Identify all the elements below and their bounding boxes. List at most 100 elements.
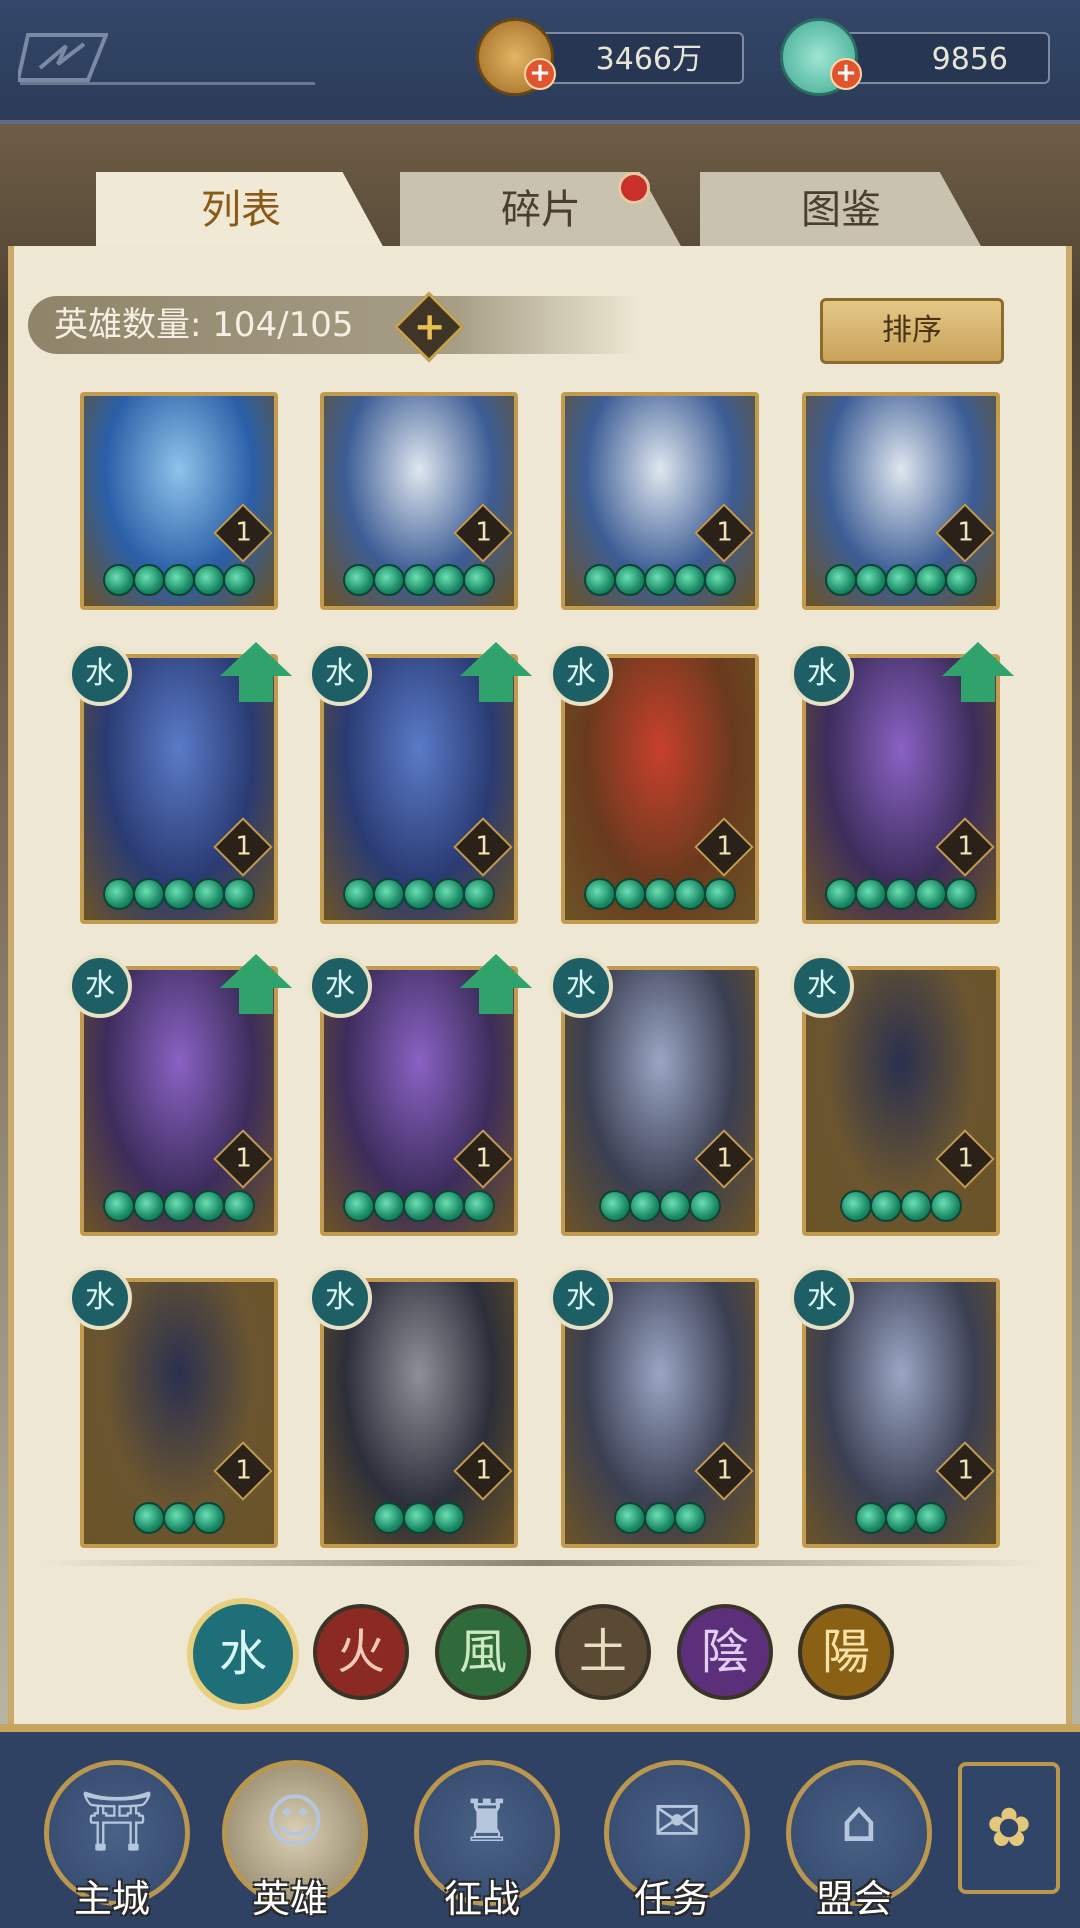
star-icon bbox=[403, 564, 435, 596]
nav-label: 英雄 bbox=[251, 1877, 328, 1921]
element-filter-1[interactable]: 火 bbox=[313, 1604, 409, 1700]
hero-level: 1 bbox=[716, 517, 733, 548]
more-menu-button[interactable]: ✿ bbox=[958, 1762, 1060, 1894]
hero-level: 1 bbox=[716, 1143, 733, 1174]
water-element-icon: 水 bbox=[549, 1266, 613, 1330]
upgrade-arrow-icon bbox=[460, 954, 532, 988]
star-icon bbox=[433, 1190, 465, 1222]
add-coins-button[interactable]: + bbox=[524, 58, 556, 90]
star-icon bbox=[584, 564, 616, 596]
tab-codex[interactable]: 图鉴 bbox=[700, 172, 982, 248]
hero-level: 1 bbox=[475, 831, 492, 862]
hero-stars bbox=[806, 564, 996, 600]
star-icon bbox=[463, 1190, 495, 1222]
hero-level: 1 bbox=[957, 1455, 974, 1486]
star-icon bbox=[133, 1502, 165, 1534]
hero-portrait-icon: ☺ bbox=[264, 1787, 326, 1855]
nav-label: 盟会 bbox=[815, 1877, 892, 1921]
star-icon bbox=[133, 1190, 165, 1222]
tab-list-label: 列表 bbox=[201, 187, 281, 233]
hero-stars bbox=[806, 1190, 996, 1226]
hero-count: 英雄数量: 104/105 bbox=[54, 305, 354, 345]
star-icon bbox=[103, 878, 135, 910]
jade-counter: 9856 bbox=[836, 32, 1050, 84]
grid-divider bbox=[40, 1560, 1040, 1566]
element-filter-5[interactable]: 陽 bbox=[798, 1604, 894, 1700]
add-jade-button[interactable]: + bbox=[830, 58, 862, 90]
element-filter-0[interactable]: 水 bbox=[187, 1598, 299, 1710]
hero-level: 1 bbox=[475, 1455, 492, 1486]
star-icon bbox=[133, 564, 165, 596]
water-element-icon: 水 bbox=[308, 954, 372, 1018]
star-icon bbox=[223, 1190, 255, 1222]
hero-stars bbox=[324, 878, 514, 914]
star-icon bbox=[614, 878, 646, 910]
element-filter-3[interactable]: 土 bbox=[555, 1604, 651, 1700]
star-icon bbox=[674, 564, 706, 596]
star-icon bbox=[403, 1190, 435, 1222]
star-icon bbox=[463, 564, 495, 596]
water-element-icon: 水 bbox=[68, 1266, 132, 1330]
star-icon bbox=[870, 1190, 902, 1222]
hero-level: 1 bbox=[475, 517, 492, 548]
star-icon bbox=[930, 1190, 962, 1222]
star-icon bbox=[644, 1502, 676, 1534]
star-icon bbox=[433, 878, 465, 910]
menu-pattern-icon[interactable] bbox=[18, 30, 108, 85]
star-icon bbox=[193, 1190, 225, 1222]
star-icon bbox=[644, 564, 676, 596]
horn-icon: ♜ bbox=[461, 1787, 513, 1855]
tab-codex-label: 图鉴 bbox=[801, 187, 881, 233]
hero-stars bbox=[806, 1502, 996, 1538]
upgrade-arrow-icon bbox=[220, 954, 292, 988]
hero-stars bbox=[565, 564, 755, 600]
star-icon bbox=[103, 1190, 135, 1222]
star-icon bbox=[614, 1502, 646, 1534]
top-bar: 3466万 + 9856 + bbox=[0, 0, 1080, 124]
star-icon bbox=[855, 564, 887, 596]
water-element-icon: 水 bbox=[790, 1266, 854, 1330]
sort-button[interactable]: 排序 bbox=[820, 298, 1004, 364]
star-icon bbox=[659, 1190, 691, 1222]
hero-level: 1 bbox=[235, 517, 252, 548]
star-icon bbox=[689, 1190, 721, 1222]
hero-card[interactable]: 1 bbox=[320, 392, 518, 610]
upgrade-arrow-icon bbox=[220, 642, 292, 676]
star-icon bbox=[885, 564, 917, 596]
star-icon bbox=[629, 1190, 661, 1222]
tab-list[interactable]: 列表 bbox=[96, 172, 386, 252]
element-filter-2[interactable]: 風 bbox=[435, 1604, 531, 1700]
star-icon bbox=[223, 564, 255, 596]
upgrade-arrow-icon bbox=[942, 642, 1014, 676]
castle-icon: ⛩ bbox=[80, 1787, 154, 1855]
hero-card[interactable]: 1 bbox=[802, 392, 1000, 610]
water-element-icon: 水 bbox=[790, 642, 854, 706]
star-icon bbox=[704, 564, 736, 596]
hero-card[interactable]: 1 bbox=[561, 392, 759, 610]
upgrade-arrow-stem bbox=[239, 676, 273, 702]
nav-label: 征战 bbox=[443, 1877, 520, 1921]
star-icon bbox=[343, 1190, 375, 1222]
element-filter-4[interactable]: 陰 bbox=[677, 1604, 773, 1700]
star-icon bbox=[855, 878, 887, 910]
hero-level: 1 bbox=[716, 831, 733, 862]
star-icon bbox=[373, 878, 405, 910]
water-element-icon: 水 bbox=[308, 642, 372, 706]
star-icon bbox=[915, 564, 947, 596]
hero-level: 1 bbox=[475, 1143, 492, 1174]
header-divider bbox=[20, 82, 315, 85]
hero-stars bbox=[84, 1502, 274, 1538]
star-icon bbox=[674, 1502, 706, 1534]
star-icon bbox=[584, 878, 616, 910]
hero-card[interactable]: 1 bbox=[80, 392, 278, 610]
upgrade-arrow-stem bbox=[961, 676, 995, 702]
star-icon bbox=[945, 878, 977, 910]
star-icon bbox=[900, 1190, 932, 1222]
upgrade-arrow-stem bbox=[479, 676, 513, 702]
coin-value: 3466万 bbox=[595, 42, 702, 77]
nav-label: 主城 bbox=[73, 1877, 150, 1921]
star-icon bbox=[403, 878, 435, 910]
tab-fragments-label: 碎片 bbox=[501, 187, 581, 233]
coin-counter: 3466万 bbox=[536, 32, 744, 84]
star-icon bbox=[103, 564, 135, 596]
